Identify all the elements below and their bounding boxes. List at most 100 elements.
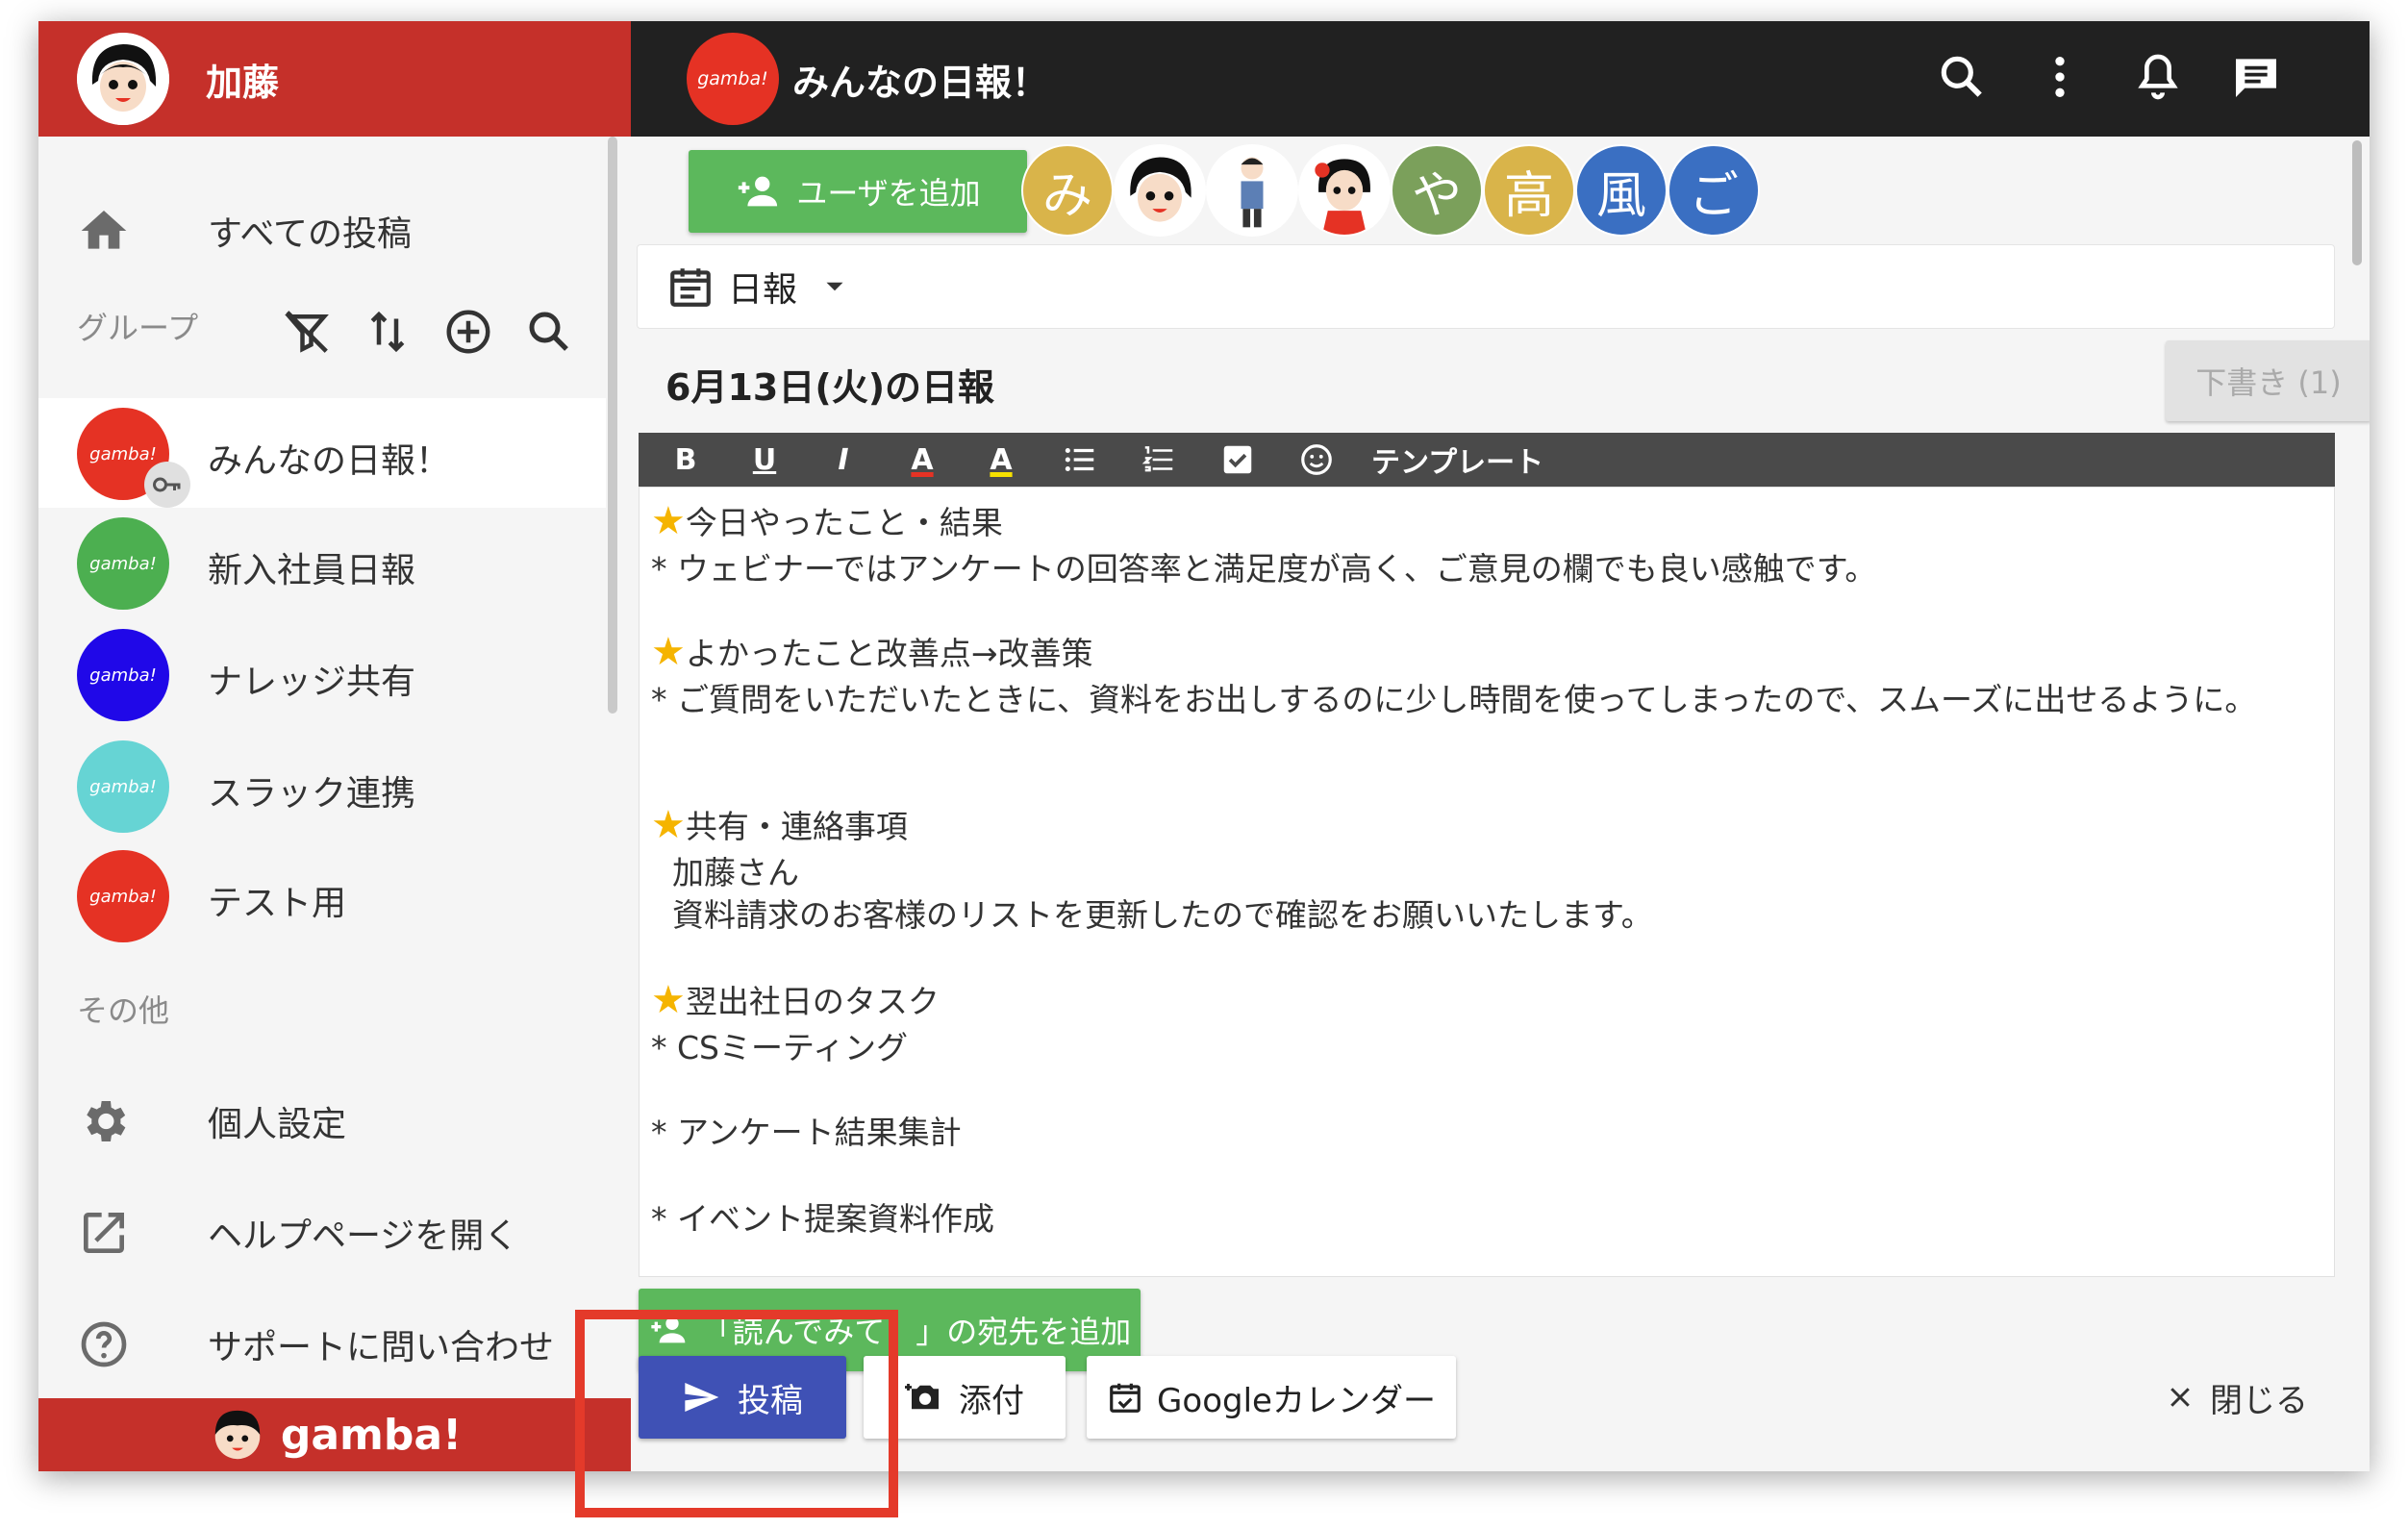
group-label: ナレッジ共有 (208, 663, 416, 702)
smiley-icon (1301, 444, 1332, 475)
footer-logo-text: gamba! (280, 1410, 463, 1460)
member-avatar-icon (1130, 157, 1191, 222)
sort-icon[interactable] (362, 306, 414, 358)
add-person-icon (739, 176, 778, 207)
member-avatar[interactable]: 風 (1575, 144, 1668, 237)
calendar-check-icon (1110, 1383, 1141, 1413)
member-avatar-icon (1241, 157, 1264, 228)
member-avatar[interactable] (1114, 144, 1206, 237)
editor-toolbar: B U I A A テンプレート (639, 433, 2335, 487)
add-circle-icon[interactable] (442, 306, 494, 358)
report-type-value: 日報 (728, 270, 798, 310)
editor-line: * アンケート結果集計 (651, 1114, 962, 1151)
group-logo: gamba! (77, 629, 169, 721)
group-label: みんなの日報！ (208, 441, 451, 481)
search-icon[interactable] (1935, 50, 1989, 104)
nav-personal-settings-label: 個人設定 (208, 1105, 347, 1144)
report-type-select[interactable]: 日報 (637, 244, 2335, 329)
bullet-list-icon (1065, 447, 1094, 472)
main-panel: gamba! みんなの日報！ ユーザを追加 み や 高 風 ご 日報 6月13日… (631, 21, 2370, 1471)
editor-line: * ご質問をいただいたときに、資料をお出しするのに少し時間を使ってしまったので、… (651, 681, 2257, 718)
star-icon: ★ (651, 978, 686, 1022)
member-avatar[interactable]: ご (1668, 144, 1760, 237)
nav-support[interactable]: サポートに問い合わせ (38, 1296, 606, 1392)
numbered-list-button[interactable] (1119, 433, 1198, 487)
nav-all-posts[interactable]: すべての投稿 (38, 183, 606, 279)
bell-icon[interactable] (2131, 50, 2185, 104)
attach-button[interactable]: 添付 (864, 1356, 1066, 1439)
draft-button[interactable]: 下書き (1) (2166, 340, 2370, 421)
gamba-logo-icon (214, 1410, 261, 1460)
star-icon: ★ (651, 630, 686, 674)
nav-support-label: サポートに問い合わせ (208, 1328, 555, 1367)
group-logo: gamba! (687, 33, 779, 125)
group-logo: gamba! (77, 517, 169, 610)
group-item-new-employee[interactable]: gamba! 新入社員日報 (38, 508, 606, 617)
member-avatar[interactable] (1298, 144, 1391, 237)
checkbox-button[interactable] (1198, 433, 1277, 487)
group-logo: gamba! (77, 850, 169, 942)
search-icon[interactable] (523, 306, 575, 358)
star-icon: ★ (651, 803, 686, 847)
google-calendar-label: Googleカレンダー (1157, 1381, 1436, 1420)
chevron-down-icon (826, 282, 843, 291)
numbered-list-icon (1141, 446, 1173, 472)
post-action-bar: 投稿 添付 Googleカレンダー 閉じる (639, 1348, 2331, 1448)
user-avatar-icon (77, 33, 169, 125)
calendar-note-icon (670, 268, 711, 307)
editor-line: * ウェビナーではアンケートの回答率と満足度が高く、ご意見の欄でも良い感触です。 (651, 550, 1877, 588)
topbar: gamba! みんなの日報！ (631, 21, 2370, 137)
emoji-button[interactable] (1277, 433, 1356, 487)
bold-button[interactable]: B (646, 433, 725, 487)
close-button[interactable]: 閉じる (2166, 1356, 2308, 1439)
google-calendar-button[interactable]: Googleカレンダー (1087, 1356, 1456, 1439)
nav-help-page[interactable]: ヘルプページを開く (38, 1185, 606, 1281)
nav-help-page-label: ヘルプページを開く (208, 1216, 519, 1256)
bullet-list-button[interactable] (1041, 433, 1119, 487)
filter-off-icon[interactable] (281, 306, 333, 358)
home-icon (81, 211, 127, 249)
group-item-knowledge[interactable]: gamba! ナレッジ共有 (38, 619, 606, 729)
member-avatar[interactable]: み (1021, 144, 1114, 237)
group-title: みんなの日報！ (792, 61, 1049, 104)
add-user-button[interactable]: ユーザを追加 (689, 150, 1027, 233)
font-color-button[interactable]: A (883, 433, 962, 487)
italic-button[interactable]: I (804, 433, 883, 487)
template-button[interactable]: テンプレート (1371, 439, 1543, 481)
open-external-icon (84, 1213, 124, 1253)
group-item-minna[interactable]: gamba! みんなの日報！ (38, 398, 606, 508)
group-label: テスト用 (208, 884, 347, 923)
nav-personal-settings[interactable]: 個人設定 (38, 1073, 606, 1169)
user-avatar[interactable] (77, 33, 169, 125)
group-tools (281, 306, 575, 358)
sidebar-scrollbar[interactable] (608, 137, 617, 714)
member-avatar[interactable] (1206, 144, 1298, 237)
sidebar-header[interactable]: 加藤 (38, 21, 631, 137)
attach-label: 添付 (959, 1381, 1024, 1420)
send-icon (685, 1383, 719, 1412)
member-avatar[interactable]: や (1391, 144, 1483, 237)
group-item-slack[interactable]: gamba! スラック連携 (38, 731, 606, 840)
groups-section-title: グループ (77, 310, 199, 346)
nav-all-posts-label: すべての投稿 (208, 214, 413, 254)
group-label: スラック連携 (208, 774, 416, 814)
topbar-actions (1935, 50, 2283, 104)
highlight-button[interactable]: A (962, 433, 1041, 487)
other-section-title: その他 (77, 992, 170, 1029)
editor-line: ★翌出社日のタスク (651, 978, 940, 1022)
underline-button[interactable]: U (725, 433, 804, 487)
group-item-test[interactable]: gamba! テスト用 (38, 840, 606, 950)
main-scrollbar[interactable] (2352, 140, 2362, 265)
close-icon (2170, 1388, 2190, 1407)
more-vert-icon[interactable] (2033, 50, 2087, 104)
report-editor[interactable]: ★今日やったこと・結果 * ウェビナーではアンケートの回答率と満足度が高く、ご意… (639, 487, 2335, 1277)
member-avatar[interactable]: 高 (1483, 144, 1575, 237)
editor-line: ★共有・連絡事項 (651, 803, 908, 847)
add-person-icon (651, 1316, 686, 1343)
post-button[interactable]: 投稿 (639, 1356, 846, 1439)
editor-line: 資料請求のお客様のリストを更新したので確認をお願いいたします。 (672, 896, 1653, 934)
message-icon[interactable] (2229, 50, 2283, 104)
app-window: 加藤 すべての投稿 グループ gamba! みんなの日報！ gamba! 新入社… (38, 21, 2370, 1471)
key-icon (144, 462, 190, 508)
member-avatar-icon (1315, 159, 1370, 235)
